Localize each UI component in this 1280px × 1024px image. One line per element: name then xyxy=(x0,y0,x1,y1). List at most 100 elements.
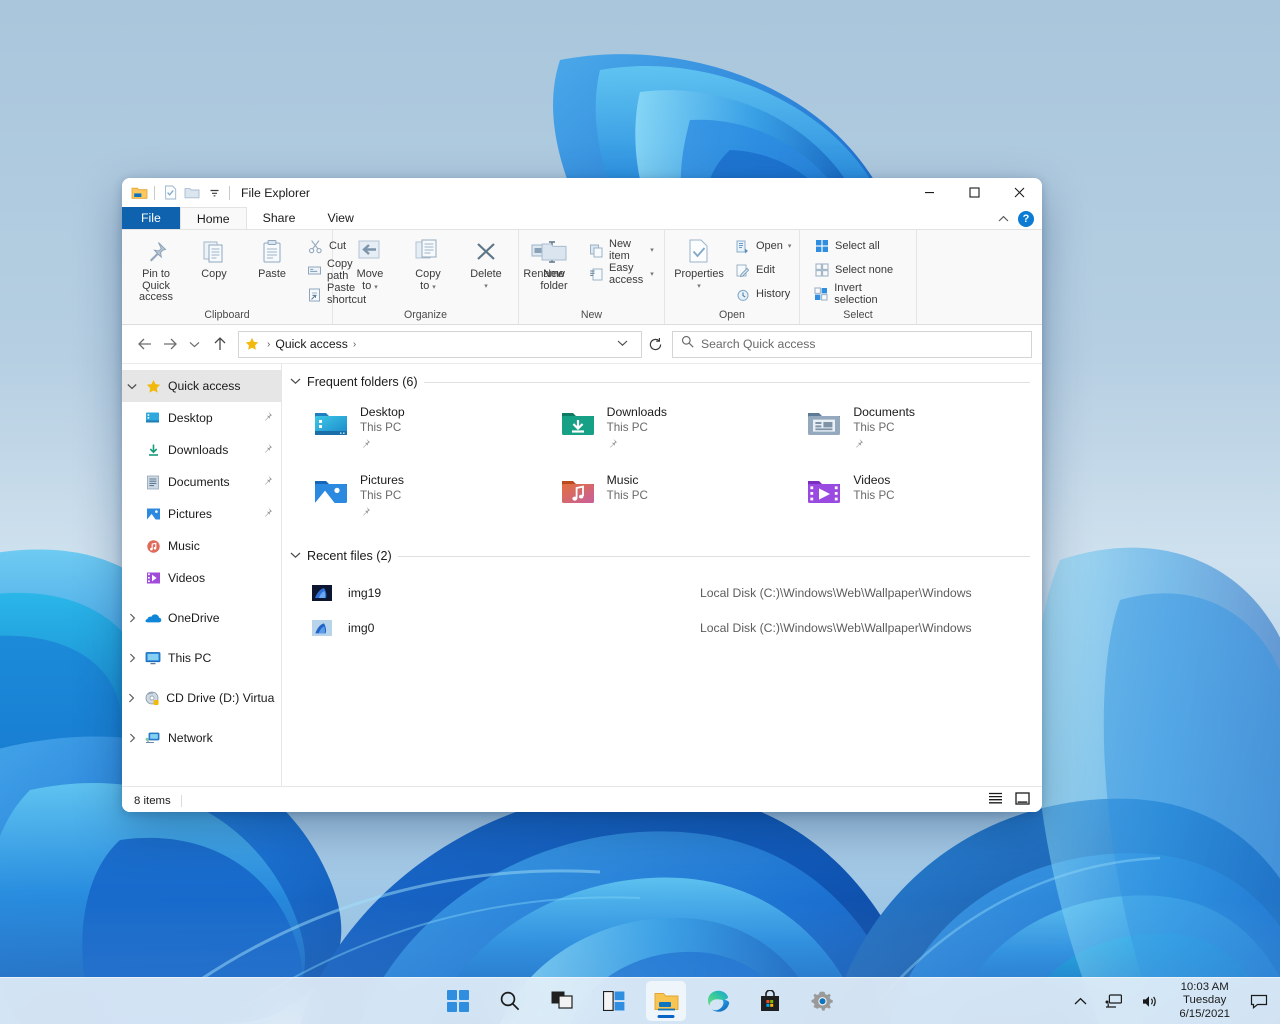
history-button[interactable]: History xyxy=(730,283,795,305)
address-dropdown-icon[interactable] xyxy=(610,339,635,350)
collapse-ribbon-chevron-icon[interactable] xyxy=(998,210,1009,228)
sidebar-item-this-pc[interactable]: This PC xyxy=(122,642,281,674)
delete-button[interactable]: Delete ▾ xyxy=(457,233,515,294)
folder-item-downloads[interactable]: Downloads This PC xyxy=(537,400,784,468)
move-to-button[interactable]: Move to ▾ xyxy=(341,233,399,295)
folder-meta: Desktop This PC xyxy=(360,404,405,454)
forward-button[interactable] xyxy=(157,332,182,357)
folder-name: Desktop xyxy=(360,405,405,419)
section-chevron-down-icon[interactable] xyxy=(290,551,301,562)
new-item-button[interactable]: New item ▾ xyxy=(585,238,658,262)
tab-home[interactable]: Home xyxy=(179,207,247,229)
refresh-button[interactable] xyxy=(642,332,668,357)
recent-file-row[interactable]: img19 Local Disk (C:)\Windows\Web\Wallpa… xyxy=(290,575,1030,610)
open-button[interactable]: Open ▾ xyxy=(730,235,795,257)
sidebar-item-downloads[interactable]: Downloads xyxy=(122,434,281,466)
widgets-button[interactable] xyxy=(594,981,634,1021)
minimize-button[interactable] xyxy=(907,178,952,207)
close-button[interactable] xyxy=(997,178,1042,207)
open-caret-icon[interactable]: ▾ xyxy=(788,242,792,250)
copy-button[interactable]: Copy xyxy=(185,233,243,283)
search-input[interactable]: Search Quick access xyxy=(701,337,815,351)
network-tray-icon[interactable] xyxy=(1101,990,1127,1013)
details-view-button[interactable] xyxy=(988,792,1003,810)
frequent-folders-header[interactable]: Frequent folders (6) xyxy=(290,370,1030,394)
easy-access-caret-icon[interactable]: ▾ xyxy=(650,270,654,278)
pin-icon[interactable] xyxy=(262,507,273,521)
back-button[interactable] xyxy=(132,332,157,357)
recent-file-row[interactable]: img0 Local Disk (C:)\Windows\Web\Wallpap… xyxy=(290,610,1030,645)
folder-icon[interactable] xyxy=(128,182,150,204)
large-icons-view-button[interactable] xyxy=(1015,792,1030,810)
folder-item-desktop[interactable]: Desktop This PC xyxy=(290,400,537,468)
sidebar-item-quick-access[interactable]: Quick access xyxy=(122,370,281,402)
pin-icon[interactable] xyxy=(262,411,273,425)
help-button[interactable]: ? xyxy=(1018,211,1034,227)
chevron-right-icon[interactable] xyxy=(122,693,141,703)
sidebar-item-videos[interactable]: Videos xyxy=(122,562,281,594)
clock[interactable]: 10:03 AM Tuesday 6/15/2021 xyxy=(1173,981,1236,1022)
folder-item-videos[interactable]: Videos This PC xyxy=(783,468,1030,536)
paste-button[interactable]: Paste xyxy=(243,233,301,283)
properties-icon[interactable] xyxy=(159,182,181,204)
select-all-button[interactable]: Select all xyxy=(809,235,909,257)
pin-icon[interactable] xyxy=(262,443,273,457)
maximize-button[interactable] xyxy=(952,178,997,207)
folder-item-pictures[interactable]: Pictures This PC xyxy=(290,468,537,536)
settings-button[interactable] xyxy=(802,981,842,1021)
delete-label: Delete xyxy=(470,268,502,280)
volume-tray-icon[interactable] xyxy=(1137,990,1163,1013)
open-label: Open xyxy=(756,240,783,252)
sidebar-item-pictures[interactable]: Pictures xyxy=(122,498,281,530)
chevron-right-icon[interactable] xyxy=(122,613,142,623)
sidebar-item-network[interactable]: Network xyxy=(122,722,281,754)
new-folder-button[interactable]: New folder xyxy=(525,233,583,294)
new-folder-icon[interactable] xyxy=(181,182,203,204)
copy-to-button[interactable]: Copy to ▾ xyxy=(399,233,457,295)
section-chevron-down-icon[interactable] xyxy=(290,377,301,388)
task-view-button[interactable] xyxy=(542,981,582,1021)
breadcrumb-separator-2[interactable]: › xyxy=(353,339,356,350)
breadcrumb-quick-access[interactable]: Quick access xyxy=(275,337,347,351)
chevron-up-icon[interactable] xyxy=(1070,993,1091,1010)
sidebar-item-cd-drive[interactable]: CD Drive (D:) Virtuall xyxy=(122,682,281,714)
search-button[interactable] xyxy=(490,981,530,1021)
chevron-right-icon[interactable] xyxy=(122,653,142,663)
new-item-caret-icon[interactable]: ▾ xyxy=(650,246,654,254)
up-button[interactable] xyxy=(207,332,232,357)
sidebar-item-documents[interactable]: Documents xyxy=(122,466,281,498)
delete-caret-icon[interactable]: ▾ xyxy=(484,281,488,293)
pin-icon[interactable] xyxy=(262,475,273,489)
edge-button[interactable] xyxy=(698,981,738,1021)
customize-qat-caret-icon[interactable] xyxy=(203,182,225,204)
properties-caret-icon[interactable]: ▾ xyxy=(697,281,701,293)
sidebar-item-music[interactable]: Music xyxy=(122,530,281,562)
edit-button[interactable]: Edit xyxy=(730,259,795,281)
recent-locations-button[interactable] xyxy=(182,332,207,357)
easy-access-button[interactable]: Easy access ▾ xyxy=(585,262,658,286)
folder-location: This PC xyxy=(606,489,648,502)
folder-item-documents[interactable]: Documents This PC xyxy=(783,400,1030,468)
notification-chat-icon[interactable] xyxy=(1246,990,1272,1013)
chevron-down-icon[interactable] xyxy=(122,383,142,390)
file-explorer-button[interactable] xyxy=(646,981,686,1021)
sidebar-item-desktop[interactable]: Desktop xyxy=(122,402,281,434)
chevron-right-icon[interactable] xyxy=(122,733,142,743)
ribbon: Pin to Quick access Copy Paste Cut Copy … xyxy=(122,229,1042,325)
start-button[interactable] xyxy=(438,981,478,1021)
recent-files-header[interactable]: Recent files (2) xyxy=(290,544,1030,568)
tab-share[interactable]: Share xyxy=(247,207,312,229)
store-button[interactable] xyxy=(750,981,790,1021)
tab-view[interactable]: View xyxy=(311,207,369,229)
select-none-button[interactable]: Select none xyxy=(809,259,909,281)
invert-selection-button[interactable]: Invert selection xyxy=(809,282,909,306)
search-box[interactable]: Search Quick access xyxy=(672,330,1032,358)
folder-item-music[interactable]: Music This PC xyxy=(537,468,784,536)
pin-to-quick-access-button[interactable]: Pin to Quick access xyxy=(127,233,185,306)
breadcrumb-bar[interactable]: › Quick access › xyxy=(238,330,642,358)
properties-button[interactable]: Properties ▾ xyxy=(670,233,728,294)
tab-file[interactable]: File xyxy=(122,207,180,229)
sidebar-item-onedrive[interactable]: OneDrive xyxy=(122,602,281,634)
ribbon-group-label-select: Select xyxy=(843,309,873,321)
pin-icon xyxy=(360,504,404,522)
